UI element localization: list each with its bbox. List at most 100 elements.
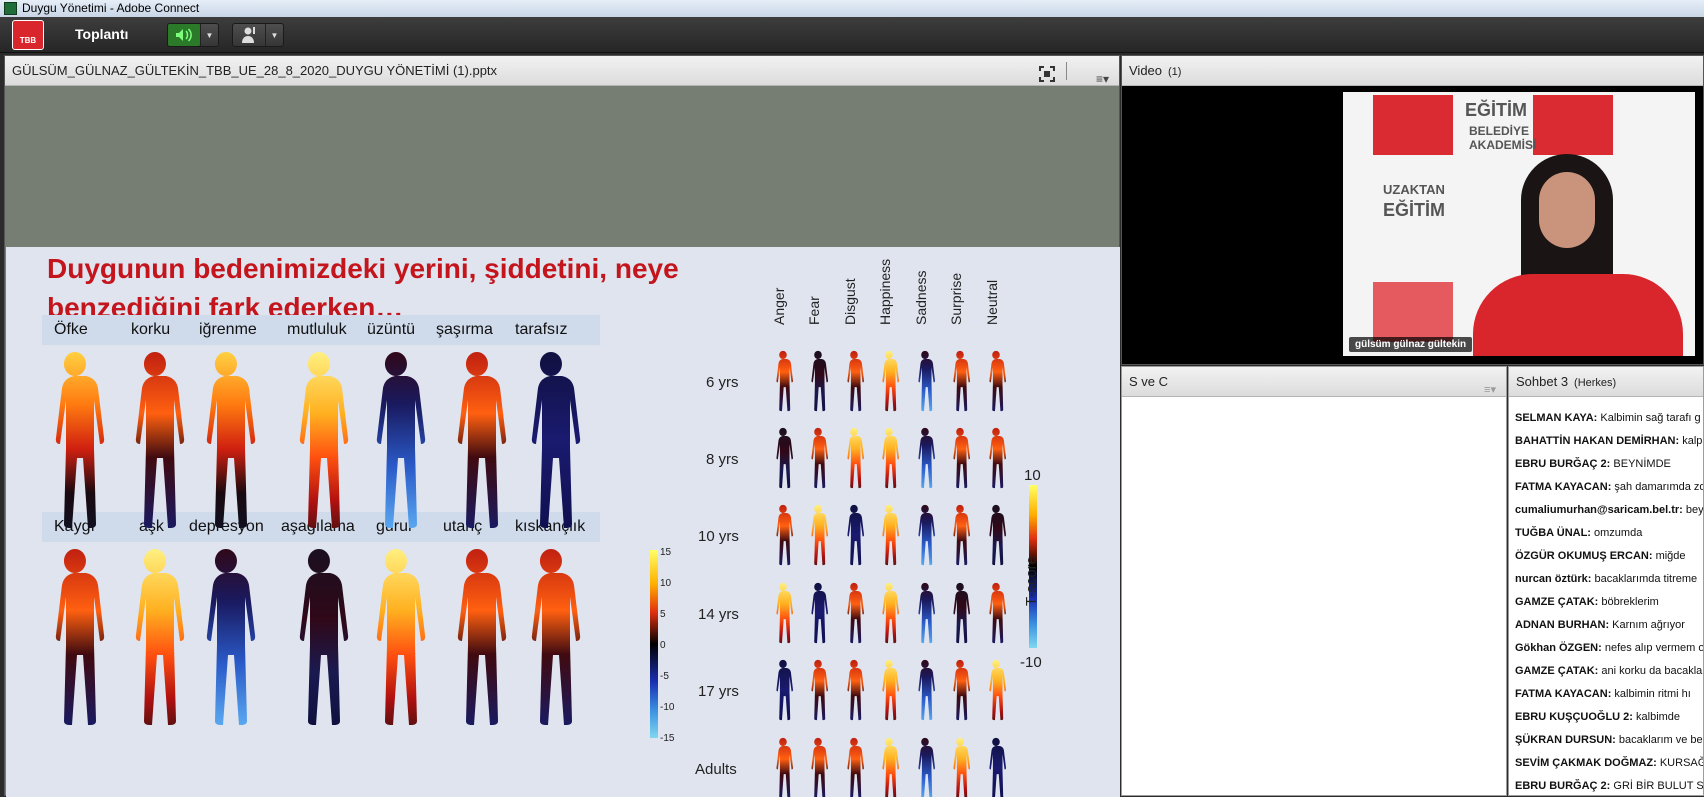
- status-button[interactable]: ▼: [232, 23, 284, 47]
- chat-sender: GAMZE ÇATAK:: [1515, 596, 1599, 608]
- age-body-map: [877, 578, 901, 648]
- age-label: 17 yrs: [698, 683, 739, 700]
- emotion-label: korku: [131, 321, 171, 338]
- video-feed[interactable]: EĞİTİM BELEDİYE AKADEMİSİ UZAKTAN EĞİTİM…: [1343, 92, 1695, 356]
- presentation-slide: Duygunun bedenimizdeki yerini, şiddetini…: [6, 247, 1120, 797]
- speaker-icon[interactable]: [168, 24, 200, 46]
- pod-menu-icon[interactable]: ≡▾: [1096, 64, 1109, 94]
- body-map-figure: [191, 547, 261, 727]
- age-body-map: [877, 655, 901, 725]
- chat-text: şah damarımda zon: [1614, 481, 1704, 493]
- chat-text: ani korku da bacakla: [1601, 665, 1703, 677]
- age-body-map: [771, 733, 795, 797]
- body-map-figure: [442, 547, 512, 727]
- chat-message: FATMA KAYACAN: şah damarımda zon: [1515, 476, 1704, 499]
- age-body-map: [806, 733, 830, 797]
- age-body-map: [984, 578, 1008, 648]
- age-label: 8 yrs: [706, 451, 739, 468]
- pod-menu-icon[interactable]: ≡▾: [1484, 375, 1496, 405]
- emotion-label: üzüntü: [367, 321, 416, 338]
- body-map-figure: [516, 350, 586, 530]
- raise-hand-icon[interactable]: [233, 24, 265, 46]
- chat-sender: EBRU BURĞAÇ 2:: [1515, 458, 1611, 470]
- chat-message: SELMAN KAYA: Kalbimin sağ tarafı g: [1515, 407, 1703, 430]
- chat-sender: GAMZE ÇATAK:: [1515, 665, 1599, 677]
- age-body-map: [771, 500, 795, 570]
- speaker-dropdown-icon[interactable]: ▼: [200, 24, 218, 46]
- video-pod: Video (1) EĞİTİM BELEDİYE AKADEMİSİ UZAKT…: [1121, 55, 1704, 365]
- age-body-map: [984, 733, 1008, 797]
- chat-message: EBRU KUŞÇUOĞLU 2: kalbimde: [1515, 706, 1703, 729]
- chat-sender: SELMAN KAYA:: [1515, 412, 1598, 424]
- presenter-body: [1473, 274, 1683, 356]
- share-pod-header: GÜLSÜM_GÜLNAZ_GÜLTEKİN_TBB_UE_28_8_2020_…: [5, 56, 1119, 86]
- body-map-figure: [120, 350, 190, 530]
- age-body-map: [842, 578, 866, 648]
- chat-message: BAHATTİN HAKAN DEMİRHAN: kalp: [1515, 430, 1703, 453]
- chat-sender: nurcan öztürk:: [1515, 573, 1592, 585]
- age-body-map: [877, 733, 901, 797]
- qa-pod-title: S ve C: [1129, 374, 1169, 389]
- chat-message: EBRU BURĞAÇ 2: GRİ BİR BULUT SA: [1515, 775, 1703, 795]
- age-body-map: [913, 423, 937, 493]
- emotion-header-en: Happiness: [877, 258, 893, 325]
- adobe-connect-app-icon: [4, 2, 17, 15]
- age-body-map: [948, 346, 972, 416]
- emotion-label: mutluluk: [287, 321, 347, 338]
- age-body-map: [806, 346, 830, 416]
- chat-sender: Gökhan ÖZGEN:: [1515, 642, 1602, 654]
- body-map-figure: [191, 350, 261, 530]
- chat-text: kalp: [1682, 435, 1703, 447]
- body-map-figure: [284, 547, 354, 727]
- age-body-map: [842, 423, 866, 493]
- chat-message: ADNAN BURHAN: Karnım ağrıyor: [1515, 614, 1703, 637]
- window-title: Duygu Yönetimi - Adobe Connect: [22, 1, 200, 15]
- backdrop-word: EĞİTİM: [1383, 200, 1445, 220]
- emotion-label: Öfke: [54, 321, 88, 338]
- chat-message: Gökhan ÖZGEN: nefes alıp vermem o: [1515, 637, 1703, 660]
- age-body-map: [806, 578, 830, 648]
- emotion-label: iğrenme: [199, 321, 257, 338]
- chat-message: nurcan öztürk: bacaklarımda titreme: [1515, 568, 1703, 591]
- tscore-label: T-score: [1023, 555, 1040, 606]
- chat-sender: ADNAN BURHAN:: [1515, 619, 1610, 631]
- tbb-logo: TBB: [12, 20, 44, 50]
- menu-meeting[interactable]: Toplantı: [75, 26, 128, 42]
- emotion-labels-row1: Öfke korku iğrenme mutluluk üzüntü şaşır…: [42, 315, 600, 345]
- body-map-figure: [284, 350, 354, 530]
- colorbar-tick: 0: [660, 640, 666, 651]
- qa-pod-header: S ve C ≡▾: [1122, 367, 1506, 397]
- fullscreen-icon[interactable]: [1039, 63, 1055, 82]
- emotion-header-en: Neutral: [984, 279, 1000, 325]
- body-map-figure: [40, 350, 110, 530]
- emotion-header-en: Fear: [806, 296, 822, 325]
- status-dropdown-icon[interactable]: ▼: [265, 24, 283, 46]
- backdrop-word: AKADEMİSİ: [1469, 138, 1537, 152]
- chat-sender: SEVİM ÇAKMAK DOĞMAZ:: [1515, 757, 1657, 769]
- age-body-map: [948, 733, 972, 797]
- age-body-map: [842, 500, 866, 570]
- presenter-face: [1539, 172, 1595, 248]
- colorbar-tick: 10: [660, 578, 672, 589]
- chat-text: kalbimin ritmi hı: [1614, 688, 1691, 700]
- chat-message: TUĞBA ÜNAL: omzumda: [1515, 522, 1703, 545]
- age-body-map: [948, 423, 972, 493]
- age-body-map: [806, 500, 830, 570]
- emotion-label: şaşırma: [436, 321, 493, 338]
- body-map-figure: [120, 547, 190, 727]
- age-body-map: [948, 578, 972, 648]
- chat-text: beyni: [1685, 504, 1704, 516]
- video-pod-title: Video: [1129, 63, 1163, 78]
- chat-text: Karnım ağrıyor: [1612, 619, 1685, 631]
- age-body-map: [913, 655, 937, 725]
- chat-text: bacaklarımda titreme: [1594, 573, 1698, 585]
- age-body-map: [948, 500, 972, 570]
- speaker-button[interactable]: ▼: [167, 23, 219, 47]
- age-body-map: [877, 346, 901, 416]
- colorbar-tick: -5: [660, 671, 669, 682]
- chat-message: ŞÜKRAN DURSUN: bacaklarım ve be: [1515, 729, 1703, 752]
- chat-message-list[interactable]: SELMAN KAYA: Kalbimin sağ tarafı g BAHAT…: [1515, 407, 1704, 795]
- chat-sender: ŞÜKRAN DURSUN:: [1515, 734, 1616, 746]
- body-map-figure: [361, 350, 431, 530]
- colorbar-tick: 5: [660, 609, 666, 620]
